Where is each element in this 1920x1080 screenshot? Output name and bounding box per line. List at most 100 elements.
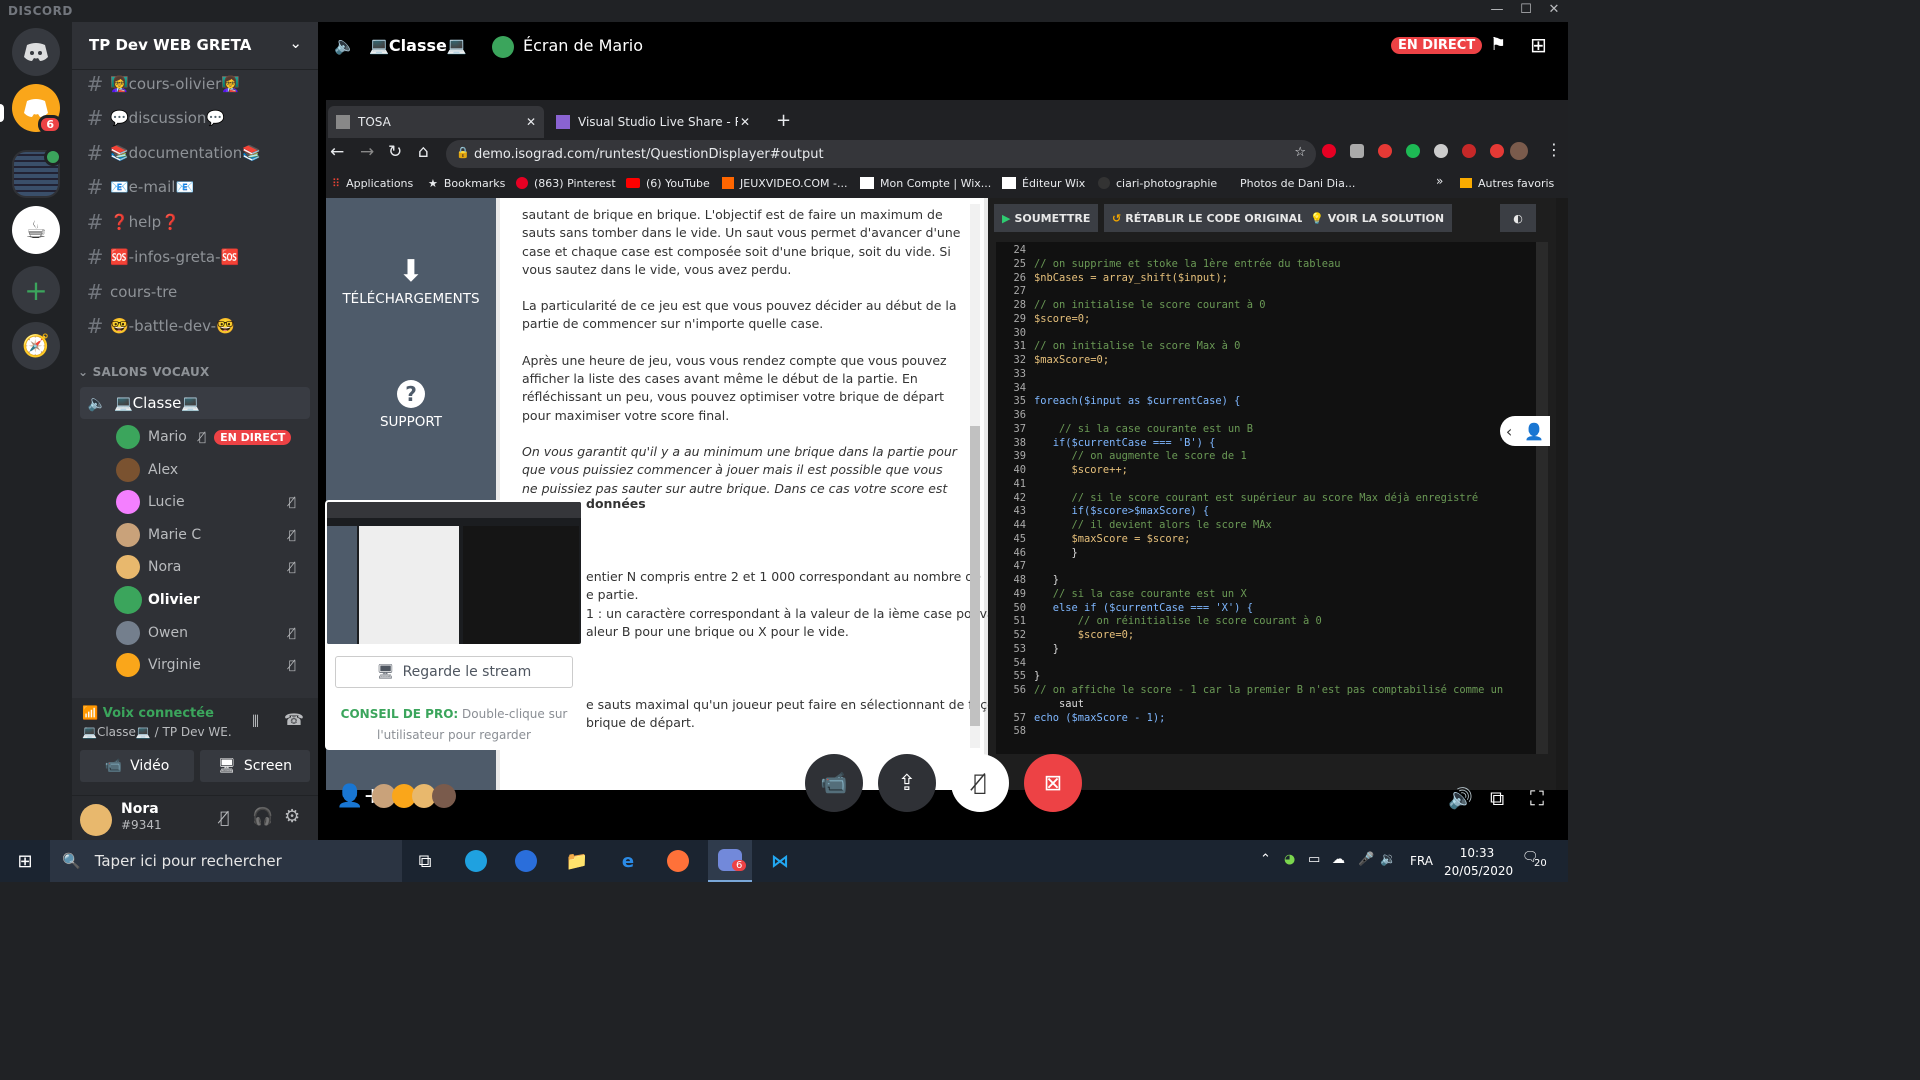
- member-list-toggle[interactable]: ‹ 👤: [1500, 416, 1550, 446]
- voice-member-olivier[interactable]: Olivier: [116, 585, 306, 615]
- volume-icon[interactable]: 🔉: [1380, 852, 1396, 867]
- channel-email[interactable]: # 📧e-mail📧: [80, 172, 310, 202]
- taskbar-search[interactable]: 🔍 Taper ici pour rechercher: [50, 840, 402, 882]
- discord-taskbar-button[interactable]: 6: [708, 840, 752, 882]
- code-scrollbar[interactable]: [1536, 242, 1548, 754]
- tab-live-share[interactable]: Visual Studio Live Share - Rejoin ✕: [548, 106, 758, 138]
- avatar[interactable]: [1510, 142, 1528, 160]
- channel-discussion[interactable]: # 💬discussion💬: [80, 103, 310, 133]
- edge-new-icon[interactable]: [463, 848, 489, 874]
- headphones-icon[interactable]: 🎧: [252, 807, 273, 827]
- downloads-link[interactable]: ⬇ TÉLÉCHARGEMENTS: [326, 254, 496, 307]
- code-editor[interactable]: 24 25 // on supprime et stoke la 1ère entr…: [996, 242, 1536, 754]
- support-link[interactable]: ? SUPPORT: [326, 380, 496, 430]
- extension-icon[interactable]: [1434, 144, 1448, 158]
- gear-icon[interactable]: ⚙: [284, 806, 300, 827]
- extension-icon[interactable]: [1490, 144, 1504, 158]
- stream-thumbnail[interactable]: [327, 502, 581, 644]
- pinterest-icon[interactable]: [1322, 144, 1336, 158]
- tab-tosa[interactable]: TOSA ✕: [328, 106, 544, 138]
- forward-icon[interactable]: →: [360, 142, 374, 162]
- share-screen-button[interactable]: ⇪: [878, 754, 936, 812]
- vscode-icon[interactable]: ⋈: [767, 848, 793, 874]
- voice-member-owen[interactable]: Owen 🎙̸: [116, 618, 306, 648]
- battery-icon[interactable]: ▭: [1308, 852, 1320, 867]
- voice-member-alex[interactable]: Alex: [116, 455, 306, 485]
- minimize-button[interactable]: —: [1483, 2, 1511, 17]
- watch-stream-button[interactable]: 🖥 Regarde le stream: [335, 656, 573, 688]
- maximize-button[interactable]: ☐: [1512, 2, 1540, 17]
- voice-member-lucie[interactable]: Lucie 🎙̸: [116, 487, 306, 517]
- close-icon[interactable]: ✕: [740, 115, 750, 129]
- file-explorer-icon[interactable]: 📁: [564, 848, 590, 874]
- volume-icon[interactable]: 🔊: [1448, 786, 1473, 810]
- submit-button[interactable]: ▶ SOUMETTRE: [994, 204, 1099, 232]
- channel-battle-dev[interactable]: # 🤓-battle-dev-🤓: [80, 311, 310, 341]
- bookmark-bookmarks[interactable]: ★ Bookmarks: [428, 172, 505, 194]
- show-solution-button[interactable]: 💡 VOIR LA SOLUTION: [1302, 204, 1453, 232]
- voice-member-nora[interactable]: Nora 🎙̸: [116, 552, 306, 582]
- address-bar[interactable]: 🔒 demo.isograd.com/runtest/QuestionDispl…: [446, 140, 1316, 168]
- channel-cours-olivier[interactable]: # 👩‍🏫cours-olivier👩‍🏫: [80, 69, 310, 99]
- server-coffee[interactable]: ☕: [12, 206, 60, 254]
- kebab-menu-icon[interactable]: ⋮: [1546, 140, 1562, 159]
- mic-muted-icon[interactable]: 🎙̸: [220, 808, 230, 827]
- voice-member-marie-c[interactable]: Marie C 🎙̸: [116, 520, 306, 550]
- popout-icon[interactable]: ⧉: [1490, 786, 1504, 810]
- mute-button[interactable]: 🎙̸: [951, 754, 1009, 812]
- edge-legacy-icon[interactable]: e: [615, 848, 641, 874]
- noise-suppression-icon[interactable]: ⦀: [252, 712, 259, 732]
- microphone-icon[interactable]: 🎤: [1358, 852, 1374, 867]
- flag-icon[interactable]: ⚑: [1490, 34, 1506, 55]
- home-icon[interactable]: ⌂: [418, 142, 429, 162]
- channel-help[interactable]: # ❓help❓: [80, 207, 310, 237]
- scrollbar-thumb[interactable]: [970, 426, 980, 726]
- close-button[interactable]: ✕: [1540, 2, 1568, 17]
- server-tp-dev[interactable]: [12, 148, 62, 198]
- channel-cours-tre[interactable]: # cours-tre: [80, 277, 310, 307]
- server-orange[interactable]: 6: [12, 84, 62, 134]
- windows-start-icon[interactable]: ⊞: [12, 848, 38, 874]
- bookmark-ciari[interactable]: ciari-photographie: [1098, 172, 1217, 194]
- bookmark-youtube[interactable]: (6) YouTube: [626, 172, 710, 194]
- extension-icon[interactable]: [1378, 144, 1392, 158]
- star-icon[interactable]: ☆: [1294, 145, 1306, 160]
- voice-channel-classe[interactable]: 🔈 💻Classe💻: [80, 387, 310, 419]
- extension-icon[interactable]: [1462, 144, 1476, 158]
- bookmark-photos[interactable]: Photos de Dani Dia...: [1222, 172, 1355, 194]
- bookmark-wix-account[interactable]: Mon Compte | Wix...: [860, 172, 991, 194]
- clock[interactable]: 10:33 20/05/2020: [1444, 844, 1513, 880]
- bookmark-wix-editor[interactable]: Éditeur Wix: [1002, 172, 1085, 194]
- explore-servers-button[interactable]: 🧭: [12, 322, 60, 370]
- task-view-icon[interactable]: ⧉: [412, 848, 438, 874]
- video-button[interactable]: 📹 Vidéo: [80, 750, 194, 782]
- cloud-icon[interactable]: ☁: [1332, 852, 1345, 867]
- input-language[interactable]: FRA: [1410, 854, 1433, 868]
- notification-center-icon[interactable]: 🗨 20: [1522, 850, 1548, 872]
- theme-toggle-button[interactable]: ◐: [1500, 204, 1536, 232]
- reload-icon[interactable]: ↻: [388, 142, 402, 162]
- fullscreen-icon[interactable]: ⛶: [1530, 786, 1544, 810]
- bookmark-other[interactable]: Autres favoris: [1460, 172, 1554, 194]
- voice-member-virginie[interactable]: Virginie 🎙̸: [116, 650, 306, 680]
- stop-stream-button[interactable]: ⊠: [1024, 754, 1082, 812]
- guild-header[interactable]: TP Dev WEB GRETA ⌄: [72, 22, 318, 70]
- reset-code-button[interactable]: ↺ RÉTABLIR LE CODE ORIGINAL: [1104, 204, 1313, 232]
- extension-icon[interactable]: [1350, 144, 1364, 158]
- avatar[interactable]: [80, 804, 112, 836]
- back-icon[interactable]: ←: [330, 142, 344, 162]
- home-button[interactable]: [12, 28, 60, 76]
- page-scrollbar[interactable]: [1556, 198, 1568, 790]
- camera-button[interactable]: 📹: [805, 754, 863, 812]
- disconnect-icon[interactable]: ☎: [284, 710, 304, 729]
- tray-app-icon[interactable]: ◕: [1284, 852, 1295, 867]
- browser-blue-icon[interactable]: [513, 848, 539, 874]
- firefox-icon[interactable]: [665, 848, 691, 874]
- bookmark-jeuxvideo[interactable]: JEUXVIDEO.COM -...: [722, 172, 847, 194]
- tray-chevron-up-icon[interactable]: ⌃: [1260, 852, 1271, 867]
- bookmark-pinterest[interactable]: (863) Pinterest: [516, 172, 616, 194]
- scrollbar[interactable]: [970, 204, 980, 748]
- close-icon[interactable]: ✕: [526, 115, 536, 129]
- grid-icon[interactable]: ⊞: [1530, 33, 1547, 57]
- new-tab-icon[interactable]: +: [776, 110, 791, 131]
